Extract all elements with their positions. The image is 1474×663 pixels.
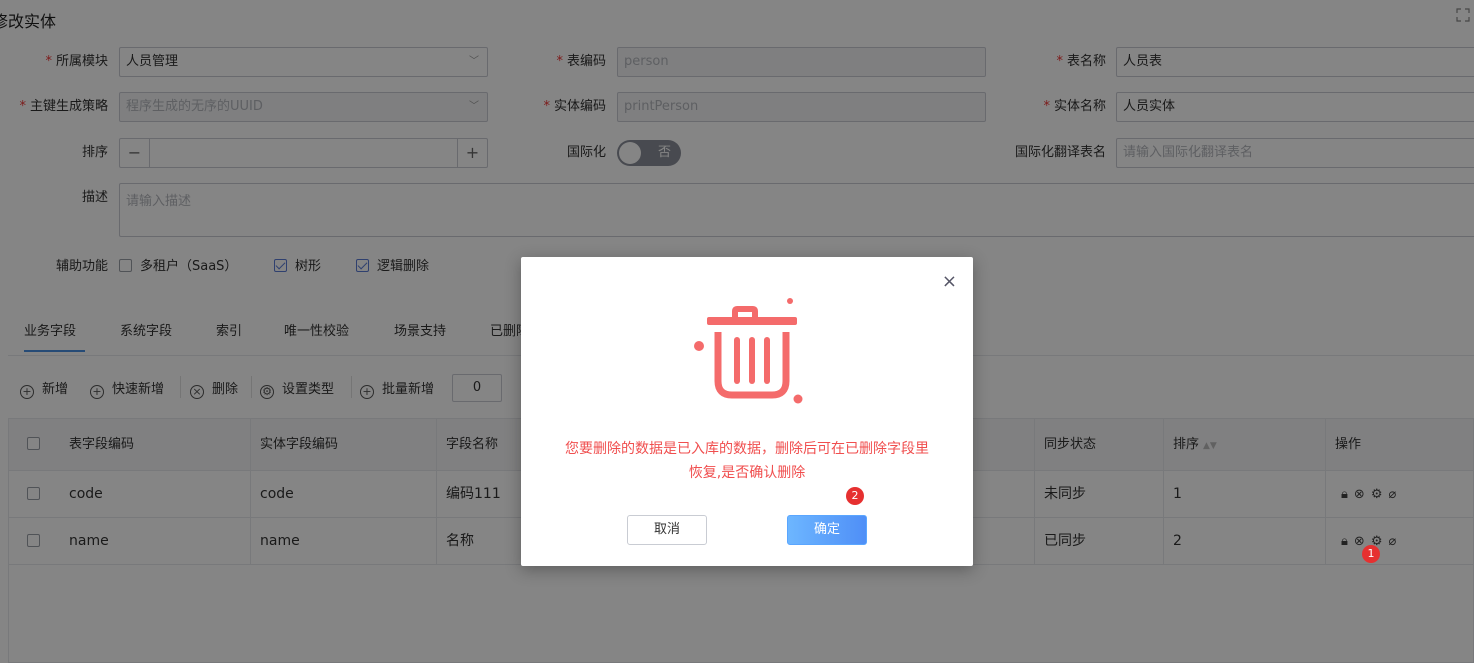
cancel-button[interactable]: 取消 xyxy=(627,515,707,545)
close-icon[interactable]: × xyxy=(942,273,957,291)
dialog-message: 您要删除的数据是已入库的数据，删除后可在已删除字段里 恢复,是否确认删除 xyxy=(565,441,929,481)
trash-icon xyxy=(694,298,803,404)
step-marker-1: 1 xyxy=(1362,545,1380,563)
confirm-button[interactable]: 确定 xyxy=(787,515,867,545)
step-marker-2: 2 xyxy=(846,487,864,505)
delete-confirm-dialog: × 您要删除的数据是已入库的数据，删除后可在已删除字段里 恢复,是否确认删除 取… xyxy=(521,257,973,566)
